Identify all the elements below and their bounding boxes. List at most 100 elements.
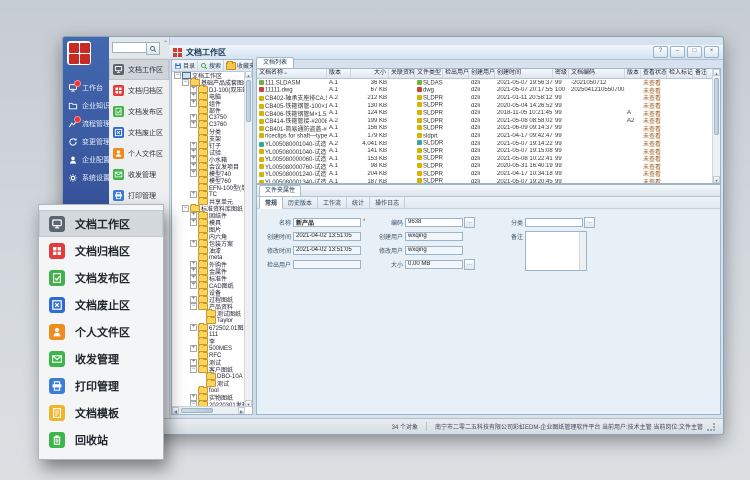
scroll-down-arrow[interactable]: ▼ xyxy=(245,400,252,407)
category-field[interactable] xyxy=(525,218,583,227)
expander-icon[interactable]: + xyxy=(190,149,197,156)
sidebar-item-change-mgmt[interactable]: 变更管理 xyxy=(63,133,109,151)
column-header[interactable]: 密级 xyxy=(553,69,569,78)
properties-tab[interactable]: 统计 xyxy=(347,197,370,208)
expander-icon[interactable]: + xyxy=(190,114,197,121)
expander-icon[interactable]: + xyxy=(190,345,197,352)
tree-node[interactable]: EFN-100型(单芯头+图纸) xyxy=(172,184,245,191)
sidebar-item-process-mgmt[interactable]: 流程管理 xyxy=(63,115,109,133)
nav-item-doc-workspace[interactable]: 文档工作区 xyxy=(109,59,169,80)
expander-icon[interactable]: + xyxy=(190,142,197,149)
code-browse-button[interactable]: … xyxy=(464,217,475,228)
popup-item-personal-files[interactable]: 个人文件区 xyxy=(39,318,163,345)
column-header[interactable]: 关联资料 xyxy=(389,69,415,78)
modifier-field[interactable] xyxy=(405,246,463,255)
column-header[interactable]: 文档编码 xyxy=(569,69,625,78)
sidebar-item-enterprise-config[interactable]: 企业配置 xyxy=(63,151,109,169)
scroll-up-arrow[interactable]: ▲ xyxy=(713,69,720,76)
expander-icon[interactable]: + xyxy=(190,121,197,128)
sidebar-item-knowledge-base[interactable]: 企业知识库 xyxy=(63,97,109,115)
properties-tab[interactable]: 工作流 xyxy=(318,197,347,208)
popup-item-doc-workspace[interactable]: 文档工作区 xyxy=(39,210,163,237)
created-field[interactable] xyxy=(293,232,361,241)
expander-icon[interactable]: − xyxy=(174,72,181,79)
column-header[interactable]: 文档名称 ▵ xyxy=(257,69,327,78)
tree-node[interactable]: 测试 xyxy=(172,380,245,387)
expander-icon[interactable]: + xyxy=(190,100,197,107)
expander-icon[interactable]: + xyxy=(190,261,197,268)
expander-icon[interactable]: + xyxy=(190,282,197,289)
popup-item-send-receive[interactable]: 收发管理 xyxy=(39,345,163,372)
sidebar-item-system-settings[interactable]: 系统设置 xyxy=(63,169,109,187)
tree-node[interactable]: 李 xyxy=(172,338,245,345)
remark-field[interactable] xyxy=(525,231,587,271)
popup-item-recycle-bin[interactable]: 回收站 xyxy=(39,426,163,453)
expander-icon[interactable]: + xyxy=(190,86,197,93)
column-header[interactable]: 版本 xyxy=(327,69,351,78)
search-button[interactable] xyxy=(146,42,160,55)
expander-icon[interactable]: + xyxy=(190,163,197,170)
toolbar-directory-button[interactable]: 目录 xyxy=(172,60,198,71)
table-vertical-scrollbar[interactable]: ▲ ▼ xyxy=(712,69,720,183)
size-field[interactable] xyxy=(405,260,463,269)
nav-item-send-receive[interactable]: 收发管理 xyxy=(109,164,169,185)
scroll-right-arrow[interactable]: ▶ xyxy=(238,407,245,414)
popup-item-print-mgmt[interactable]: 打印管理 xyxy=(39,372,163,399)
expander-icon[interactable]: + xyxy=(190,170,197,177)
checkout-field[interactable] xyxy=(293,260,361,269)
tree-node[interactable]: 部件 xyxy=(172,107,245,114)
resize-grip[interactable] xyxy=(707,423,715,431)
size-browse-button[interactable]: … xyxy=(464,259,475,270)
column-header[interactable]: 文件类型 xyxy=(415,69,443,78)
expander-icon[interactable]: − xyxy=(190,303,197,310)
tab-document-list[interactable]: 文档列表 xyxy=(256,57,294,68)
nav-item-doc-archive[interactable]: 文档归档区 xyxy=(109,80,169,101)
column-header[interactable]: 创建用户 xyxy=(469,69,495,78)
expander-icon[interactable]: + xyxy=(190,191,197,198)
column-header[interactable]: 检出用户 xyxy=(443,69,469,78)
nav-item-doc-publish[interactable]: 文档发布区 xyxy=(109,101,169,122)
expander-icon[interactable]: + xyxy=(190,296,197,303)
scroll-left-arrow[interactable]: ◀ xyxy=(172,407,179,414)
scroll-thumb[interactable] xyxy=(714,78,719,135)
scroll-down-arrow[interactable]: ▼ xyxy=(713,176,720,183)
tree-node[interactable]: 油漆 xyxy=(172,247,245,254)
column-header[interactable]: 大小 xyxy=(351,69,389,78)
modified-field[interactable] xyxy=(293,246,361,255)
popup-item-doc-template[interactable]: 文档模板 xyxy=(39,399,163,426)
toolbar-search-button[interactable]: 搜索 xyxy=(198,60,224,71)
expander-icon[interactable]: + xyxy=(190,93,197,100)
nav-item-doc-revoke[interactable]: 文档废止区 xyxy=(109,122,169,143)
nav-item-personal-files[interactable]: 个人文件区 xyxy=(109,143,169,164)
expander-icon[interactable]: + xyxy=(190,219,197,226)
column-header[interactable]: 备注 xyxy=(693,69,707,78)
tree-node[interactable]: +500MES xyxy=(172,345,245,352)
code-field[interactable] xyxy=(405,218,463,227)
properties-tab[interactable]: 常规 xyxy=(259,196,283,209)
popup-item-doc-archive[interactable]: 文档归档区 xyxy=(39,237,163,264)
scroll-up-arrow[interactable]: ▲ xyxy=(245,71,252,78)
creator-field[interactable] xyxy=(405,232,463,241)
popup-item-doc-revoke[interactable]: 文档废止区 xyxy=(39,291,163,318)
column-header[interactable]: 检入标记 xyxy=(667,69,693,78)
tree-vertical-scrollbar[interactable]: ▲ ▼ xyxy=(244,71,252,407)
nav-item-print-mgmt[interactable]: 打印管理 xyxy=(109,185,169,206)
category-browse-button[interactable]: … xyxy=(584,217,595,228)
name-field[interactable] xyxy=(293,218,361,227)
properties-tab[interactable]: 历史版本 xyxy=(283,197,318,208)
scroll-thumb[interactable] xyxy=(246,80,251,122)
search-input[interactable] xyxy=(112,42,150,53)
expander-icon[interactable]: + xyxy=(190,156,197,163)
scroll-thumb[interactable] xyxy=(181,408,213,413)
expander-icon[interactable]: + xyxy=(190,275,197,282)
expander-icon[interactable]: − xyxy=(182,205,189,212)
expander-icon[interactable]: + xyxy=(190,324,197,331)
expander-icon[interactable]: + xyxy=(190,359,197,366)
column-header[interactable]: 版本 xyxy=(625,69,641,78)
tree-node[interactable]: +672502.01图纸 xyxy=(172,324,245,331)
expander-icon[interactable]: − xyxy=(182,79,189,86)
properties-tab[interactable]: 操作日志 xyxy=(370,197,405,208)
expander-icon[interactable]: + xyxy=(190,240,197,247)
popup-item-doc-publish[interactable]: 文档发布区 xyxy=(39,264,163,291)
expander-icon[interactable]: + xyxy=(190,268,197,275)
